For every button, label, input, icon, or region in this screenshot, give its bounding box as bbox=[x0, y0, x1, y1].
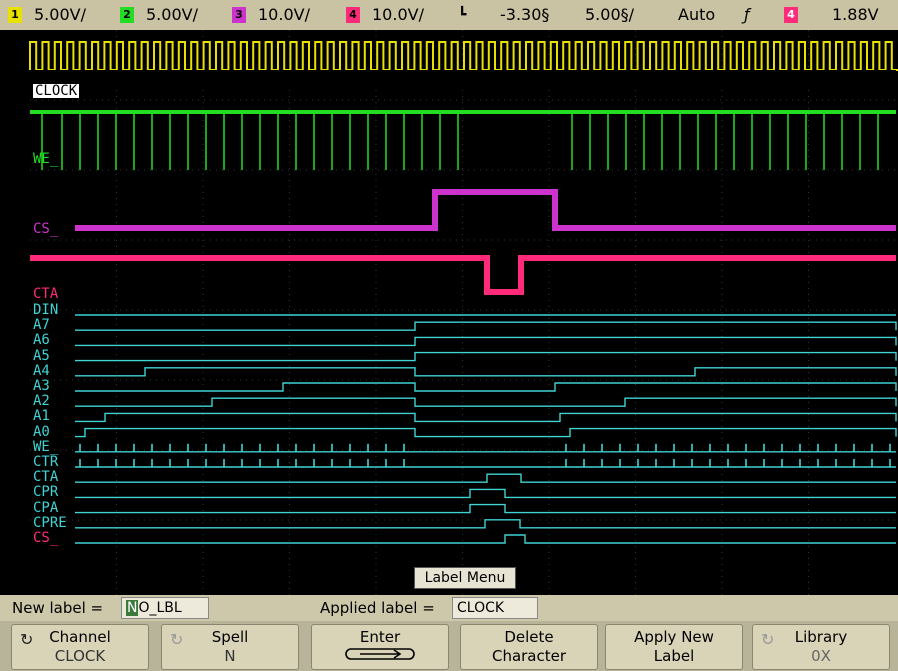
new-label-caption: New label = bbox=[12, 599, 104, 617]
digital-label: DIN bbox=[33, 302, 59, 318]
trace-mask bbox=[30, 70, 896, 90]
digital-label: CS_ bbox=[33, 530, 59, 546]
spell-softkey[interactable]: ↻ Spell N bbox=[161, 624, 299, 670]
channel-2-badge: 2 bbox=[120, 7, 134, 23]
channel-1-scale: 5.00V/ bbox=[34, 5, 86, 24]
digital-label: A1 bbox=[33, 408, 50, 425]
digital-label: CPRE bbox=[33, 514, 67, 531]
digital-trace bbox=[75, 473, 896, 483]
digital-trace bbox=[75, 382, 897, 392]
softkey-label: Spell bbox=[211, 628, 249, 646]
digital-label: A0 bbox=[33, 423, 50, 440]
digital-label: CTA bbox=[33, 469, 59, 486]
library-softkey[interactable]: ↻ Library 0X bbox=[752, 624, 890, 670]
channel-3-scale: 10.0V/ bbox=[258, 5, 310, 24]
digital-trace bbox=[75, 488, 896, 499]
channel-2-scale: 5.00V/ bbox=[146, 5, 198, 24]
digital-trace bbox=[75, 336, 897, 347]
digital-label: CPA bbox=[33, 499, 59, 516]
waveform-display: CLOCK WE_ CS_ CTA DIN A7 A6 A5 A4 A3 A2 A1 A0 WE_… bbox=[0, 30, 898, 595]
analog-label-cs: CS_ bbox=[33, 221, 59, 237]
analog-label-we: WE_ bbox=[33, 151, 59, 167]
digital-trace bbox=[75, 397, 897, 407]
waveform-canvas bbox=[29, 30, 898, 595]
channel-softkey[interactable]: ↻ Channel CLOCK bbox=[11, 624, 149, 670]
digital-trace bbox=[75, 519, 896, 529]
status-bar: 1 5.00V/ 2 5.00V/ 3 10.0V/ 4 10.0V/ ┗ -3… bbox=[0, 0, 898, 30]
applied-label-field: CLOCK bbox=[452, 597, 538, 619]
digital-trace bbox=[75, 321, 897, 331]
digital-trace bbox=[75, 503, 896, 514]
softkey-label: Enter bbox=[359, 628, 401, 646]
analog-label-cta: CTA bbox=[33, 286, 59, 302]
softkey-value: N bbox=[224, 647, 236, 665]
digital-label: A6 bbox=[33, 332, 50, 349]
digital-trace bbox=[75, 412, 897, 423]
softkey-label: Apply New bbox=[634, 628, 714, 646]
channel-4-badge: 4 bbox=[346, 7, 360, 23]
channel-4-scale: 10.0V/ bbox=[372, 5, 424, 24]
digital-label: CPR bbox=[33, 484, 59, 501]
digital-label: WE_ bbox=[33, 438, 59, 455]
digital-trace bbox=[75, 534, 896, 544]
apply-new-label-softkey[interactable]: Apply New Label bbox=[605, 624, 743, 670]
trigger-mode: Auto bbox=[678, 5, 716, 24]
channel-3-badge: 3 bbox=[232, 7, 246, 23]
cta-trace bbox=[30, 255, 896, 295]
digital-label: A2 bbox=[33, 393, 50, 410]
analog-label-clock: CLOCK bbox=[33, 83, 80, 99]
enter-arrow-icon bbox=[312, 645, 448, 667]
timebase: 5.00§/ bbox=[585, 5, 635, 24]
digital-trace bbox=[75, 351, 897, 362]
softkey-label: Delete bbox=[504, 628, 554, 646]
softkey-label: Library bbox=[794, 628, 848, 646]
softkey-label-2: Character bbox=[491, 647, 567, 665]
digital-label: CTR bbox=[33, 454, 59, 470]
trigger-position-icon: ┗ bbox=[458, 7, 467, 23]
trigger-delay: -3.30§ bbox=[500, 5, 550, 24]
digital-label: A4 bbox=[33, 362, 50, 379]
trigger-level: 1.88V bbox=[832, 5, 879, 24]
text-cursor: N bbox=[126, 600, 139, 616]
clock-trace bbox=[29, 41, 898, 71]
channel-1-badge: 1 bbox=[8, 7, 22, 23]
digital-label: A3 bbox=[33, 378, 50, 394]
digital-trace bbox=[75, 367, 897, 377]
cs-trace bbox=[75, 189, 896, 231]
new-label-value: O_LBL bbox=[138, 600, 182, 616]
softkey-value: CLOCK bbox=[54, 647, 106, 665]
softkey-label: Channel bbox=[49, 628, 111, 646]
applied-label-caption: Applied label = bbox=[320, 599, 435, 617]
new-label-field[interactable]: NO_LBL bbox=[121, 597, 209, 619]
delete-character-softkey[interactable]: Delete Character bbox=[460, 624, 598, 670]
softkey-bar: ↻ Channel CLOCK ↻ Spell N Enter Delete C… bbox=[0, 621, 898, 671]
softkey-label-2: Label bbox=[653, 647, 695, 665]
digital-label: A7 bbox=[33, 317, 50, 334]
rising-edge-icon: ƒ bbox=[744, 5, 750, 24]
label-menu-title: Label Menu bbox=[414, 567, 516, 589]
label-entry-row: New label = NO_LBL Applied label = CLOCK bbox=[0, 595, 898, 621]
digital-trace bbox=[75, 427, 897, 438]
enter-softkey[interactable]: Enter bbox=[311, 624, 449, 670]
trigger-source-badge: 4 bbox=[784, 7, 798, 23]
softkey-value: 0X bbox=[811, 647, 831, 665]
digital-label: A5 bbox=[33, 347, 50, 364]
